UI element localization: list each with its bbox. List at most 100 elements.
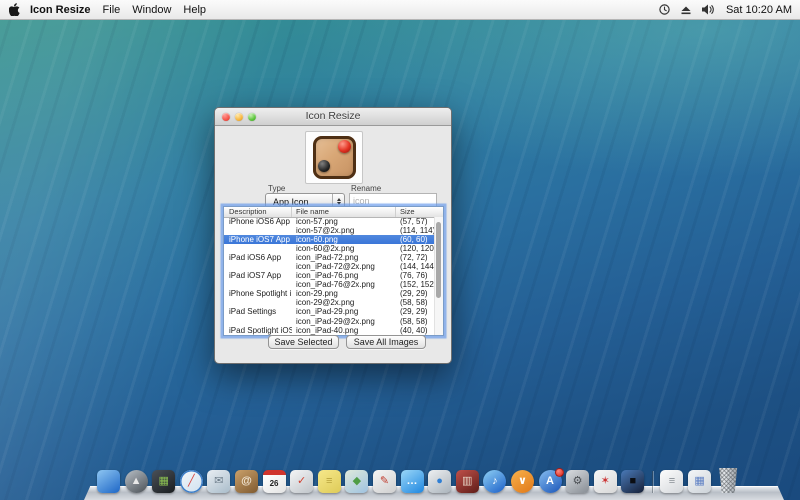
- dock-icon-glyph: ∨: [518, 476, 527, 487]
- contacts-icon[interactable]: @: [235, 470, 258, 493]
- itunes-icon[interactable]: ♪: [483, 470, 506, 493]
- cell-c0: iPad iOS7 App: [224, 271, 292, 280]
- cell-c2: (29, 29): [396, 307, 435, 316]
- cell-c1: icon-29@2x.png: [292, 298, 396, 307]
- notification-badge: [555, 468, 564, 477]
- rename-label: Rename: [351, 184, 381, 193]
- ibooks-icon[interactable]: ∨: [511, 470, 534, 493]
- cell-c2: (72, 72): [396, 253, 435, 262]
- save-selected-button[interactable]: Save Selected: [268, 335, 339, 349]
- cell-c1: icon-29.png: [292, 289, 396, 298]
- cell-c2: (57, 57): [396, 217, 435, 226]
- cell-c2: (144, 144): [396, 262, 435, 271]
- table-row[interactable]: icon_iPad-72@2x.png(144, 144): [224, 262, 435, 271]
- maps-icon[interactable]: ◆: [345, 470, 368, 493]
- cell-c0: iPad Spotlight iOS 7: [224, 326, 292, 335]
- documents-stack-icon[interactable]: ≡: [660, 470, 683, 493]
- cell-c0: iPhone iOS6 App: [224, 217, 292, 226]
- save-all-images-button[interactable]: Save All Images: [346, 335, 426, 349]
- finder-icon[interactable]: [97, 470, 120, 493]
- photo-booth-icon[interactable]: ▥: [456, 470, 479, 493]
- menu-clock[interactable]: Sat 10:20 AM: [726, 4, 792, 16]
- cell-c2: (29, 29): [396, 289, 435, 298]
- table-row[interactable]: iPhone Spotlight i…icon-29.png(29, 29): [224, 289, 435, 298]
- app-menu-title[interactable]: Icon Resize: [30, 4, 91, 16]
- dock-icon-glyph: ▲: [131, 476, 142, 487]
- cell-c0: iPhone iOS7 App: [224, 235, 292, 244]
- dock-icon-glyph: ♪: [492, 476, 498, 487]
- table-row[interactable]: icon-29@2x.png(58, 58): [224, 298, 435, 307]
- facetime-icon[interactable]: ●: [428, 470, 451, 493]
- dock-icon-glyph: ╱: [188, 476, 195, 487]
- app-store-icon[interactable]: A: [539, 470, 562, 493]
- cell-c2: (120, 120): [396, 244, 435, 253]
- cell-c1: icon-60.png: [292, 235, 396, 244]
- cell-c1: icon_iPad-29@2x.png: [292, 317, 396, 326]
- launchpad-icon[interactable]: ▲: [125, 470, 148, 493]
- dock-divider: [652, 471, 653, 493]
- dock-icon-glyph: ▦: [694, 476, 704, 487]
- scrollbar-thumb[interactable]: [436, 222, 441, 298]
- menu-bar: Icon Resize File Window Help Sat 10:20 AM: [0, 0, 800, 20]
- type-popup-value: App Icon: [266, 197, 332, 207]
- cell-c1: icon_iPad-76@2x.png: [292, 280, 396, 289]
- menu-window[interactable]: Window: [132, 4, 171, 16]
- downloads-stack-icon[interactable]: ▦: [688, 470, 711, 493]
- cell-c2: (76, 76): [396, 271, 435, 280]
- table-row[interactable]: icon-57@2x.png(114, 114): [224, 226, 435, 235]
- cell-c2: (58, 58): [396, 317, 435, 326]
- board-game-app-icon: [313, 136, 356, 179]
- cell-c1: icon-57.png: [292, 217, 396, 226]
- column-header-file-name[interactable]: File name: [292, 207, 396, 217]
- dock-icon-glyph: ◆: [353, 476, 361, 487]
- stickies-icon[interactable]: ≡: [318, 470, 341, 493]
- dock-icon-glyph: ✓: [297, 476, 306, 487]
- apple-menu[interactable]: [9, 3, 20, 16]
- time-machine-icon[interactable]: [658, 3, 671, 16]
- table-row[interactable]: iPad Spotlight iOS 7icon_iPad-40.png(40,…: [224, 326, 435, 335]
- icon-resize-app-icon[interactable]: ■: [621, 470, 644, 493]
- volume-icon[interactable]: [701, 3, 715, 16]
- dock: ▲ ▦ ╱ ✉ @26 ✓ ≡ ◆ ✎ … ● ▥ ♪ ∨ A⚙✶■ ≡ ▦: [97, 467, 741, 493]
- cell-c1: icon_iPad-29.png: [292, 307, 396, 316]
- menu-help[interactable]: Help: [183, 4, 206, 16]
- file-table[interactable]: DescriptionFile nameSize iPhone iOS6 App…: [223, 206, 444, 336]
- table-row[interactable]: icon-60@2x.png(120, 120): [224, 244, 435, 253]
- dock-icon-glyph: ●: [436, 476, 443, 487]
- cell-c1: icon-60@2x.png: [292, 244, 396, 253]
- system-preferences-icon[interactable]: ⚙: [566, 470, 589, 493]
- dock-icon-glyph: 26: [270, 480, 279, 488]
- dock-icon-glyph: ✉: [214, 476, 223, 487]
- textedit-icon[interactable]: ✎: [373, 470, 396, 493]
- table-row[interactable]: iPhone iOS6 Appicon-57.png(57, 57): [224, 217, 435, 226]
- cell-c2: (58, 58): [396, 298, 435, 307]
- cell-c2: (40, 40): [396, 326, 435, 335]
- icon-resize-window: Icon Resize Type Rename App Icon Descrip…: [214, 107, 452, 364]
- menu-items: File Window Help: [103, 4, 218, 16]
- table-row[interactable]: icon_iPad-29@2x.png(58, 58): [224, 317, 435, 326]
- dock-icon-glyph: ✎: [380, 476, 389, 487]
- table-row[interactable]: iPhone iOS7 Appicon-60.png(60, 60): [224, 235, 435, 244]
- eject-icon[interactable]: [680, 4, 692, 16]
- reminders-icon[interactable]: ✓: [290, 470, 313, 493]
- messages-icon[interactable]: …: [401, 470, 424, 493]
- table-row[interactable]: iPad Settingsicon_iPad-29.png(29, 29): [224, 307, 435, 316]
- mission-control-icon[interactable]: ▦: [152, 470, 175, 493]
- dock-icon-glyph: …: [407, 476, 418, 487]
- column-header-size[interactable]: Size: [396, 207, 443, 217]
- mail-icon[interactable]: ✉: [207, 470, 230, 493]
- window-titlebar[interactable]: Icon Resize: [215, 108, 451, 126]
- icon-preview-well: [305, 131, 363, 184]
- calendar-icon[interactable]: 26: [263, 470, 286, 493]
- cell-c2: (60, 60): [396, 235, 435, 244]
- safari-icon[interactable]: ╱: [180, 470, 203, 493]
- trash-icon[interactable]: [716, 468, 741, 493]
- table-row[interactable]: icon_iPad-76@2x.png(152, 152): [224, 280, 435, 289]
- game-sticks-icon[interactable]: ✶: [594, 470, 617, 493]
- table-row[interactable]: iPad iOS7 Appicon_iPad-76.png(76, 76): [224, 271, 435, 280]
- menu-file[interactable]: File: [103, 4, 121, 16]
- table-row[interactable]: iPad iOS6 Appicon_iPad-72.png(72, 72): [224, 253, 435, 262]
- column-header-description[interactable]: Description: [224, 207, 292, 217]
- table-scrollbar[interactable]: [434, 217, 443, 335]
- table-body: iPhone iOS6 Appicon-57.png(57, 57)icon-5…: [224, 217, 435, 335]
